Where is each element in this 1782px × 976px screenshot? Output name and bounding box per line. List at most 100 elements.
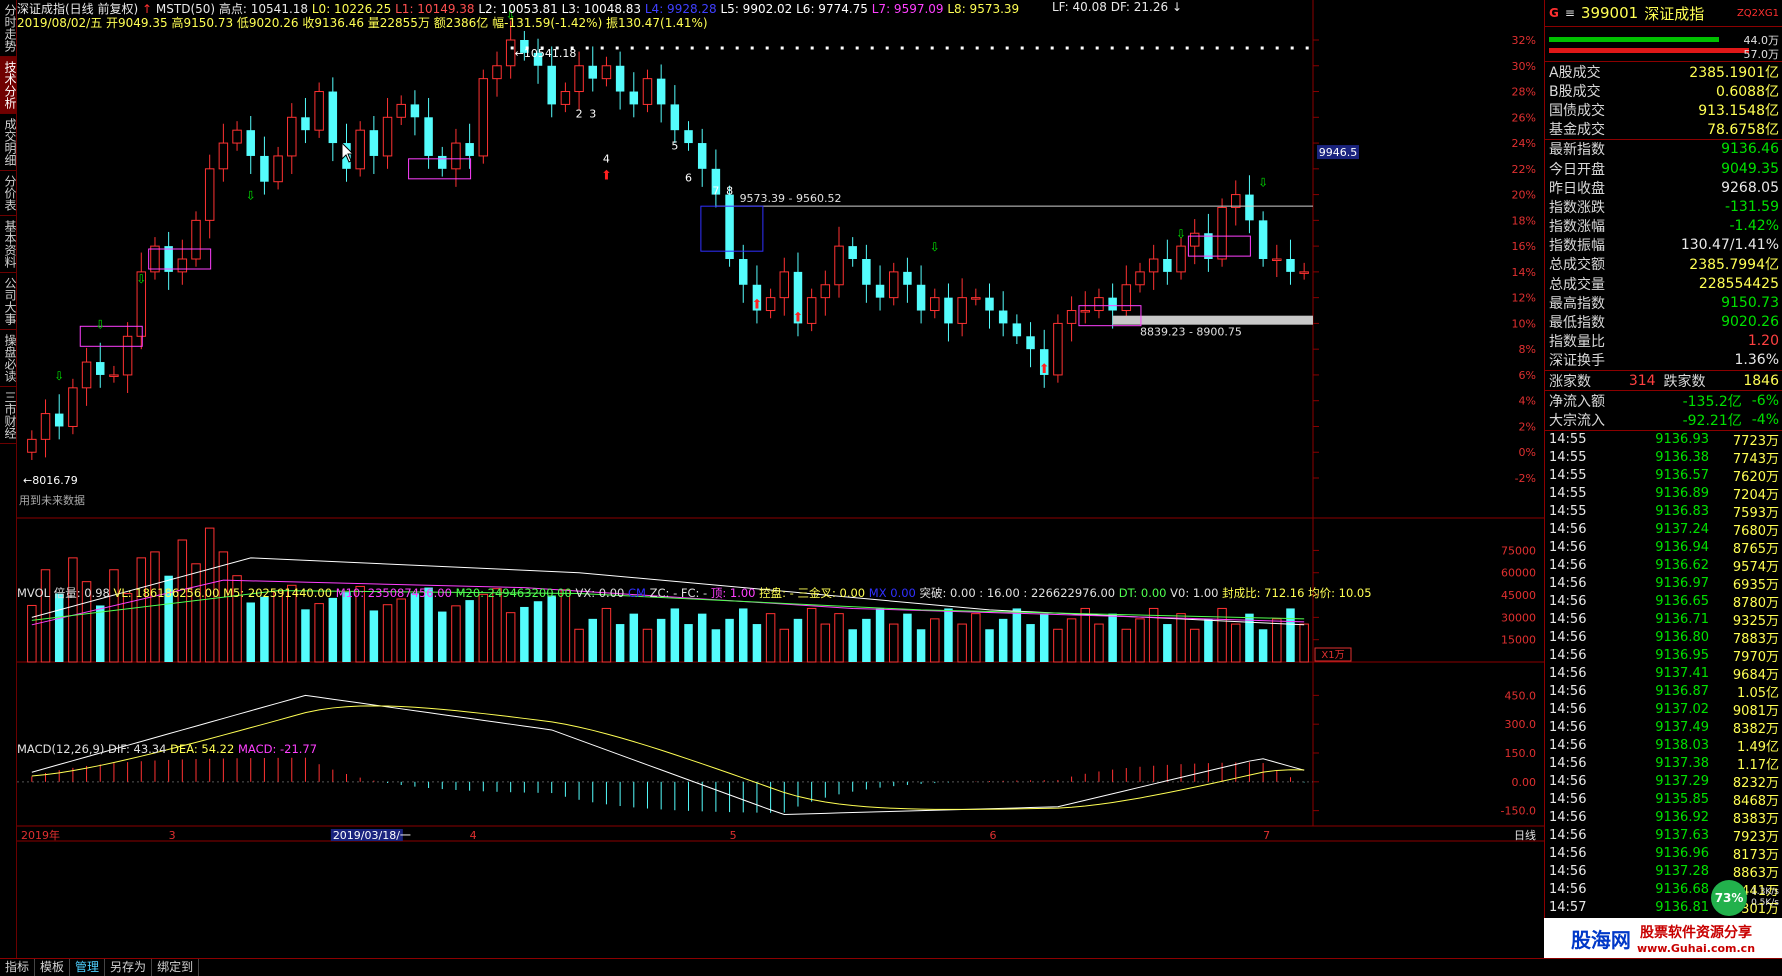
menu-icon[interactable]: ≡ [1565,6,1575,20]
candle-body [1189,232,1200,247]
indicator-value-8: 顶: 1.00 [710,586,760,600]
left-tab-2[interactable]: 成交明细 [0,114,17,171]
price-axis-label: 8% [1519,343,1536,356]
candle-body [1286,259,1295,272]
volume-bar [848,629,857,662]
volume-bar [944,608,953,662]
stat-label: 昨日收盘 [1549,180,1605,197]
volume-bar [642,628,653,663]
candle-body [957,297,967,324]
left-tab-3[interactable]: 分价表 [0,171,17,216]
tick-price: 9136.95 [1655,648,1709,664]
tick-price: 9136.83 [1655,504,1709,520]
indicator-value-0: MVOL 倍量: 0.98 [17,586,114,600]
volume-bar [1121,628,1132,663]
index-stats-section: 最新指数 9136.46 今日开盘 9049.35 昨日收盘 9268.05 指数涨跌 -13… [1545,140,1782,370]
volume-bar [122,593,133,663]
candle-body [273,155,283,183]
left-tab-5[interactable]: 公司大事 [0,273,17,330]
flow-value: -135.2亿 [1682,393,1742,410]
index-name: 深证成指 [1644,4,1705,23]
toolbar-button-3[interactable]: 另存为 [105,959,153,976]
down-arrow-icon: ↓ [1171,0,1183,14]
candle-body [150,245,160,273]
price-axis-label: 16% [1512,240,1536,253]
left-tab-4[interactable]: 基本资料 [0,216,17,273]
date-axis-label: 6 [990,829,997,842]
volume-bar [177,539,188,663]
volume-bar [806,607,817,663]
price-axis-label: 14% [1512,266,1536,279]
stat-label: 今日开盘 [1549,161,1605,178]
volume-bar [601,607,612,663]
candle-body [670,104,680,131]
turnover-section: A股成交 2385.1901亿 B股成交 0.6088亿 国债成交 913.1548亿 基金… [1545,62,1782,139]
candle-body [1204,233,1213,259]
indicator-value-5: VX: 0.00 [575,586,629,600]
volume-bar [1299,623,1309,663]
left-tab-0[interactable]: 分时走势 [0,0,17,57]
indicator-value-2: M5: 202591440.00 [223,586,336,600]
tick-volume: 8780万 [1732,596,1779,612]
stat-row: 昨日收盘 9268.05 [1545,178,1782,197]
candle-body [656,78,666,105]
toolbar-button-0[interactable]: 指标 [0,959,36,976]
tick-volume: 8863万 [1732,866,1779,882]
left-tab-7[interactable]: 三市财经 [0,387,17,444]
stat-row: 指数涨跌 -131.59 [1545,197,1782,216]
tick-price: 9137.49 [1655,720,1709,736]
indicator-value-0: MACD(12,26,9) [17,742,108,756]
volume-bar [615,624,625,662]
site-banner[interactable]: 股海网 股票软件资源分享 www.Guhai.com.cn [1544,918,1782,958]
level-6: L6: 9774.75 [796,2,872,16]
candle-body [806,297,817,324]
stat-value: -131.59 [1724,198,1779,215]
tick-list[interactable]: 14:55 9136.93 7723万 14:55 9136.38 7743万 14:55 9… [1545,431,1782,917]
tick-time: 14:56 [1549,756,1587,772]
candle-body [985,297,994,311]
tick-row: 14:56 9137.41 9684万 [1545,665,1782,683]
stat-value: -1.42% [1729,218,1779,235]
tick-volume: 8232万 [1732,776,1779,792]
tick-volume: 8383万 [1732,812,1779,828]
period-label[interactable]: 日线 [1514,828,1536,842]
tick-volume: 7970万 [1732,650,1779,666]
candle-body [1135,271,1145,286]
stat-label: B股成交 [1549,83,1601,100]
candle-body [1094,297,1104,312]
candle-body [232,129,242,144]
down-count: 1846 [1743,372,1779,389]
tick-volume: 1.17亿 [1737,758,1779,774]
stat-value: 130.47/1.41% [1680,237,1779,254]
tick-time: 14:55 [1549,432,1587,448]
toolbar-button-2[interactable]: 管理 [70,959,106,976]
candle-body [560,91,571,105]
candle-body [916,284,926,311]
volume-bar [505,612,516,663]
down-signal-icon: ⇩ [95,317,105,331]
stat-value: 9136.46 [1721,141,1779,158]
stat-value: 913.1548亿 [1698,102,1779,119]
left-tab-1[interactable]: 技术分析 [0,57,17,114]
toolbar-button-4[interactable]: 绑定到 [152,959,200,976]
stat-value: 228554425 [1698,275,1779,292]
volume-bar [246,602,255,662]
candle-body [848,246,857,259]
g-icon[interactable]: G [1549,6,1559,20]
volume-bar [985,629,994,662]
stat-row: 最新指数 9136.46 [1545,140,1782,159]
stat-row: 指数振幅 130.47/1.41% [1545,236,1782,255]
chart-area[interactable]: 32% 30% 28% 26% 24% 22% 20% 18% 16% 14% 12% 10% 8% 6%… [17,0,1544,958]
indicator-value-1: DIF: 43.34 [108,742,171,756]
candle-body [355,129,365,170]
volume-bar [820,623,831,663]
left-tab-6[interactable]: 操盘必读 [0,330,17,387]
toolbar-button-1[interactable]: 模板 [35,959,71,976]
volume-bar [1245,613,1254,662]
candle-body [1080,310,1091,313]
kline-chart[interactable]: 32%30%28%26%24%22%20%18%16%14%12%10%8%6%… [17,0,1544,958]
volume-bar [752,624,762,662]
down-signal-icon: ⇩ [54,369,64,383]
tick-time: 14:56 [1549,558,1587,574]
macd-axis-label: 150.0 [1505,747,1537,760]
